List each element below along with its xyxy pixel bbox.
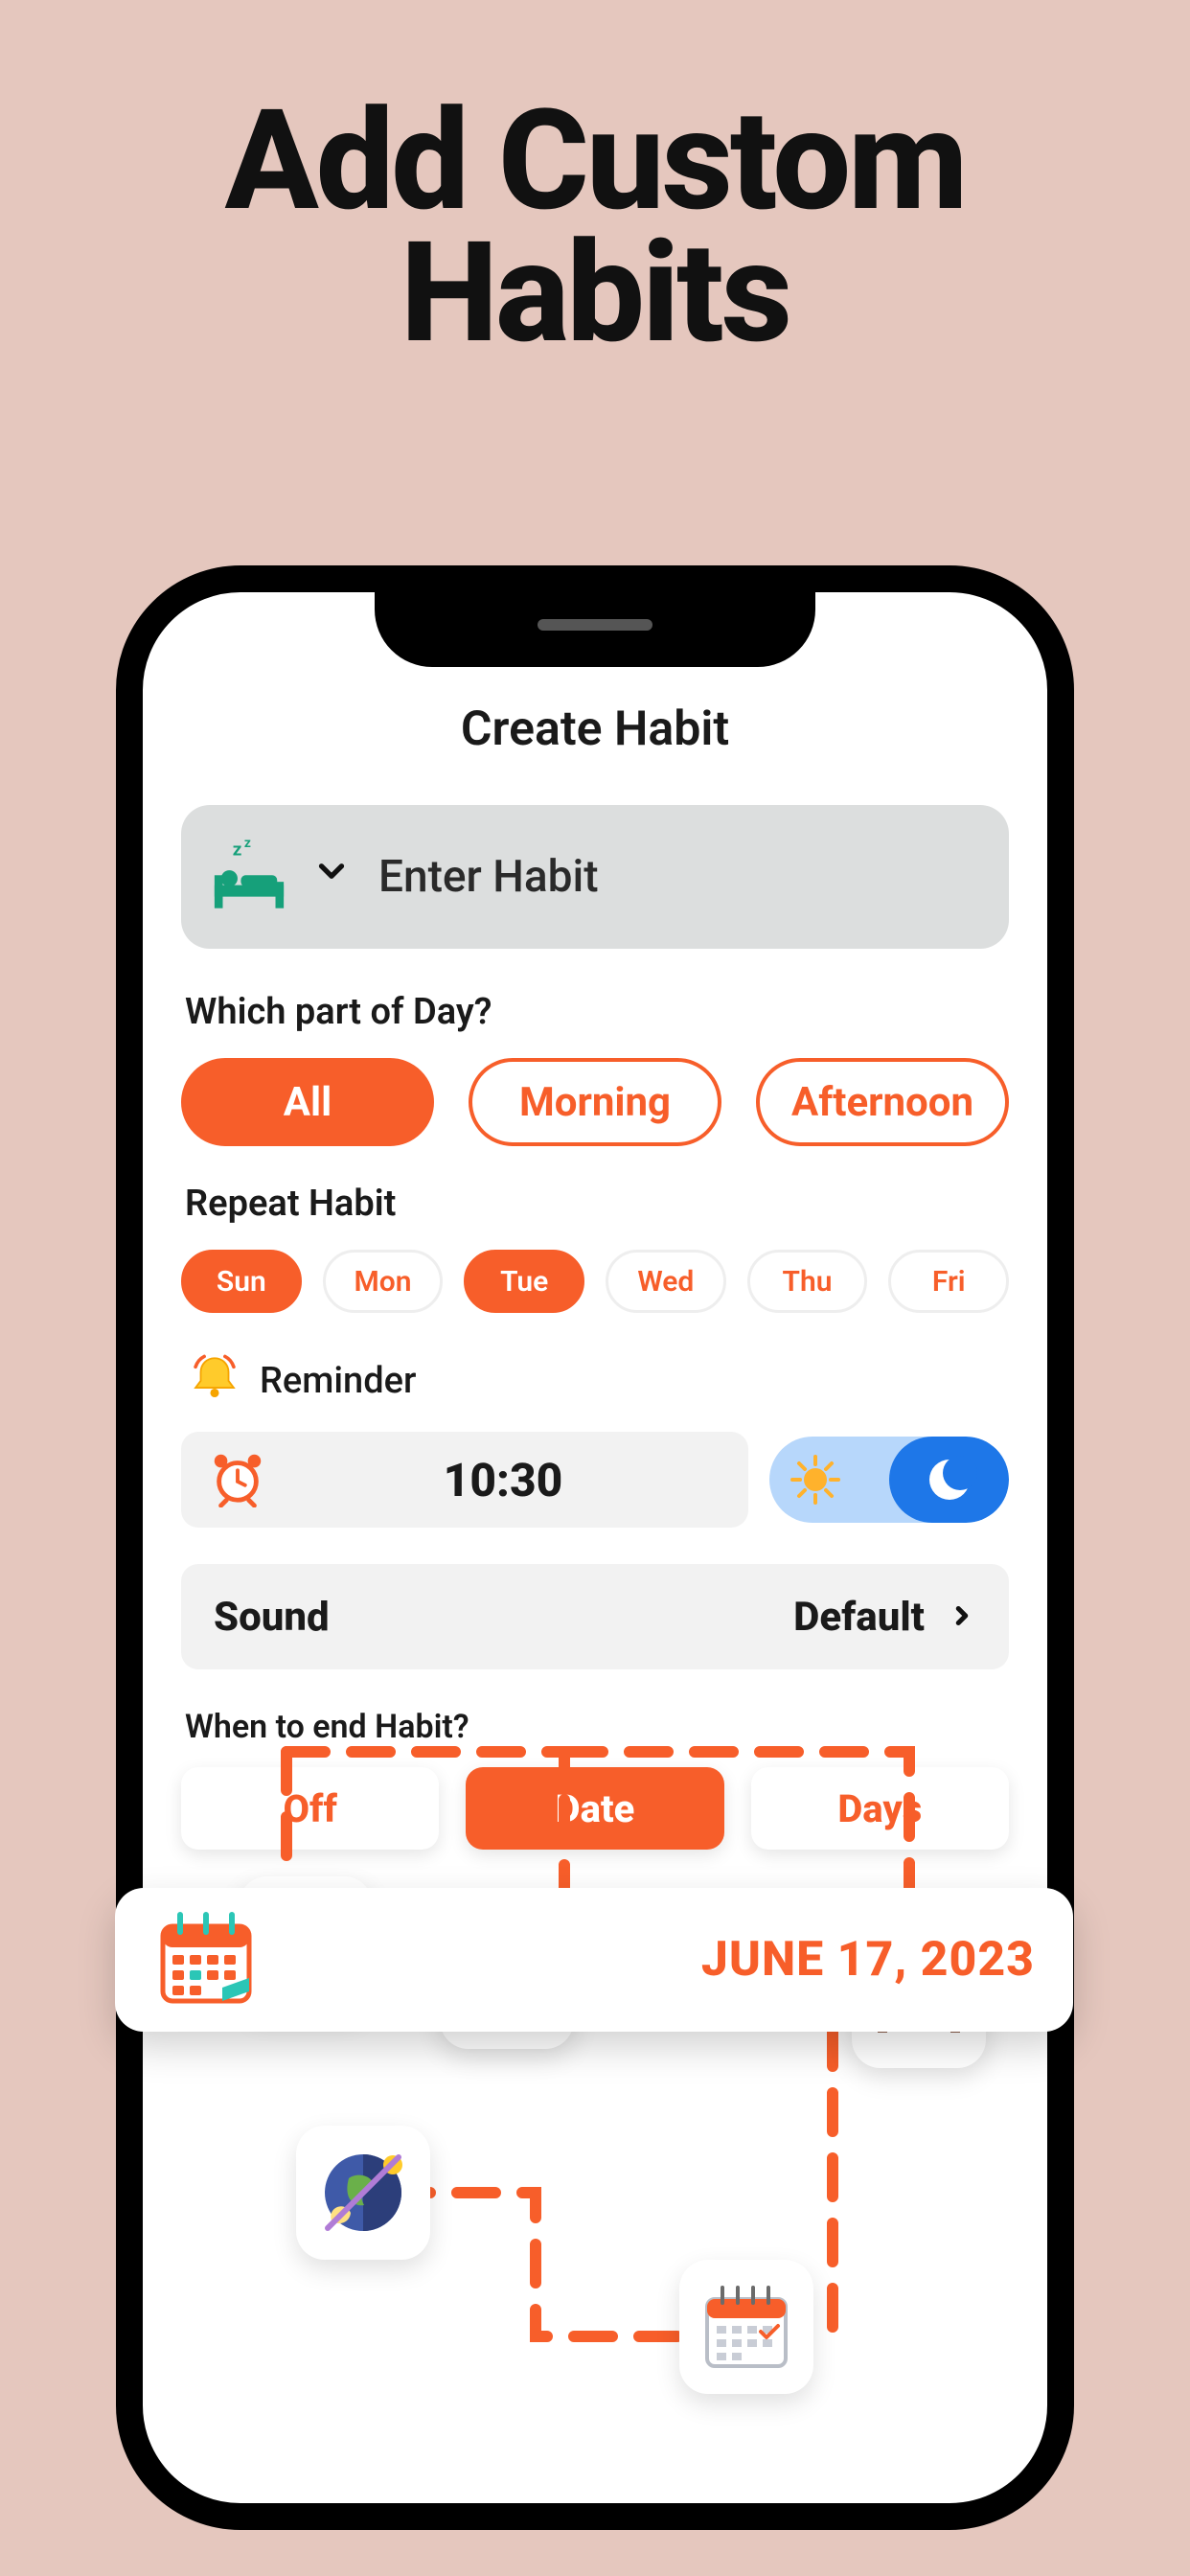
svg-text:z: z (233, 839, 242, 861)
time-picker[interactable]: 10:30 (181, 1432, 748, 1528)
sound-label: Sound (214, 1594, 793, 1641)
part-of-day-row: All Morning Afternoon (181, 1058, 1009, 1146)
phone-frame: Create Habit z z Enter Habit Which par (116, 565, 1074, 2530)
promo-heading: Add Custom Habits (0, 96, 1190, 360)
end-habit-label: When to end Habit? (185, 1708, 1009, 1746)
chevron-right-icon (948, 1594, 976, 1641)
reminder-label: Reminder (260, 1360, 416, 1402)
chevron-down-icon[interactable] (311, 851, 352, 903)
date-callout[interactable]: JUNE 17, 2023 (115, 1888, 1073, 2032)
pod-afternoon[interactable]: Afternoon (756, 1058, 1009, 1146)
day-fri[interactable]: Fri (888, 1250, 1009, 1313)
day-sun[interactable]: Sun (181, 1250, 302, 1313)
repeat-label: Repeat Habit (185, 1183, 1009, 1225)
pod-all[interactable]: All (181, 1058, 434, 1146)
end-days[interactable]: Days (751, 1767, 1009, 1850)
part-of-day-label: Which part of Day? (185, 991, 1009, 1033)
reminder-header: Reminder (187, 1351, 1009, 1411)
page-title: Create Habit (181, 702, 1009, 757)
sleep-bed-icon: z z (208, 836, 290, 918)
moon-icon (929, 1460, 970, 1500)
promo-line-2: Habits (400, 212, 790, 375)
calendar-icon (153, 1905, 259, 2014)
sound-row[interactable]: Sound Default (181, 1564, 1009, 1669)
sun-icon (790, 1455, 840, 1505)
toggle-knob (889, 1437, 1009, 1523)
bell-icon (187, 1351, 242, 1411)
daynight-toggle[interactable] (769, 1437, 1009, 1523)
tile-globe-icon (296, 2126, 430, 2260)
time-row: 10:30 (181, 1432, 1009, 1528)
end-row: Off Date Days (181, 1767, 1009, 1850)
end-date[interactable]: Date (466, 1767, 723, 1850)
callout-date: JUNE 17, 2023 (282, 1932, 1035, 1988)
days-row: Sun Mon Tue Wed Thu Fri (181, 1250, 1009, 1313)
alarm-clock-icon (208, 1448, 267, 1511)
habit-input-row[interactable]: z z Enter Habit (181, 805, 1009, 949)
day-thu[interactable]: Thu (747, 1250, 868, 1313)
time-value: 10:30 (285, 1453, 721, 1507)
day-wed[interactable]: Wed (606, 1250, 726, 1313)
end-off[interactable]: Off (181, 1767, 439, 1850)
tile-calendar-icon (679, 2260, 813, 2394)
svg-text:z: z (244, 836, 251, 851)
day-mon[interactable]: Mon (323, 1250, 444, 1313)
pod-morning[interactable]: Morning (469, 1058, 721, 1146)
day-tue[interactable]: Tue (464, 1250, 584, 1313)
sound-value: Default (793, 1594, 925, 1641)
habit-input-placeholder: Enter Habit (378, 851, 599, 903)
screen: Create Habit z z Enter Habit Which par (143, 592, 1047, 2503)
